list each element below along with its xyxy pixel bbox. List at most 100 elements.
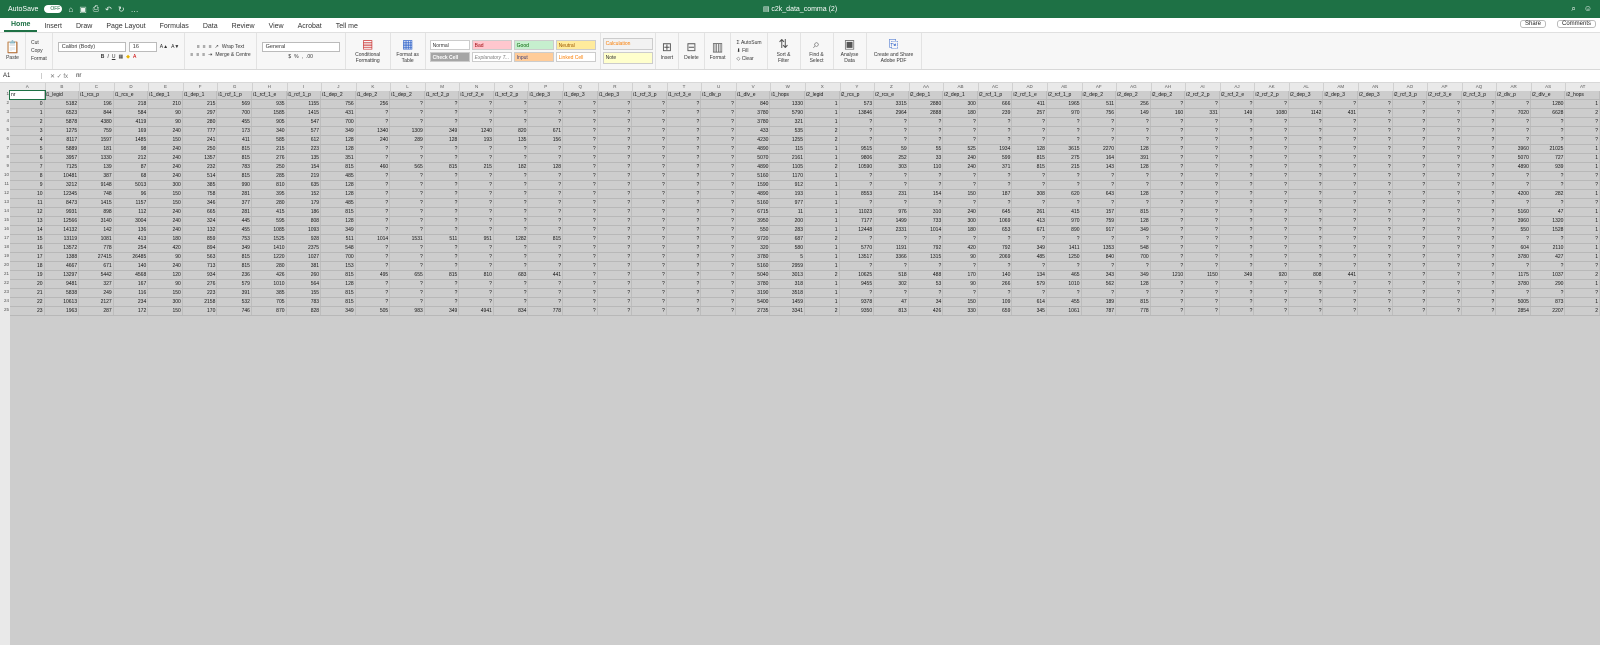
cell[interactable]: 8117 xyxy=(45,136,80,144)
cell[interactable]: 460 xyxy=(356,163,391,171)
cell[interactable]: 905 xyxy=(252,118,287,126)
cell[interactable]: ? xyxy=(425,226,460,234)
cell[interactable]: 212 xyxy=(114,154,149,162)
cell[interactable]: 1 xyxy=(805,199,840,207)
cell[interactable]: ? xyxy=(1220,298,1255,306)
cell[interactable]: 13 xyxy=(10,217,45,225)
row-header[interactable]: 3 xyxy=(0,109,10,114)
cell[interactable]: ? xyxy=(1289,235,1324,243)
cell[interactable]: ? xyxy=(598,118,633,126)
cell[interactable]: ? xyxy=(356,226,391,234)
cell[interactable]: ? xyxy=(1565,118,1600,126)
cell[interactable]: 4941 xyxy=(459,307,494,315)
cell[interactable]: ? xyxy=(667,289,702,297)
column-header[interactable]: AS xyxy=(1531,83,1567,91)
cell[interactable]: ? xyxy=(1358,253,1393,261)
cell[interactable]: 3957 xyxy=(45,154,80,162)
cell[interactable]: 10625 xyxy=(840,271,875,279)
cell[interactable]: 1531 xyxy=(390,235,425,243)
cell[interactable]: ? xyxy=(563,289,598,297)
cell[interactable]: ? xyxy=(1254,253,1289,261)
cell[interactable]: 3190 xyxy=(736,289,771,297)
cell[interactable]: 585 xyxy=(252,136,287,144)
cell[interactable]: 655 xyxy=(390,271,425,279)
cell[interactable]: 579 xyxy=(1012,280,1047,288)
cell[interactable]: 700 xyxy=(321,118,356,126)
cell[interactable]: ? xyxy=(1323,190,1359,198)
align-bottom-icon[interactable]: ≡ xyxy=(209,44,212,50)
cell[interactable]: ? xyxy=(1427,271,1462,279)
cell[interactable]: ? xyxy=(874,118,909,126)
decimal-icon[interactable]: .00 xyxy=(306,54,313,60)
cell[interactable]: ? xyxy=(1289,253,1324,261)
cell[interactable]: ? xyxy=(425,145,460,153)
cell[interactable]: ? xyxy=(1393,253,1428,261)
cell[interactable]: 4119 xyxy=(114,118,149,126)
cell[interactable]: ? xyxy=(390,262,425,270)
cell[interactable]: 128 xyxy=(321,136,356,144)
cell[interactable]: 128 xyxy=(321,181,356,189)
cell[interactable]: 700 xyxy=(321,253,356,261)
column-header[interactable]: AC xyxy=(978,83,1014,91)
cell[interactable]: 3212 xyxy=(45,181,80,189)
cell[interactable]: 260 xyxy=(287,271,322,279)
cell[interactable]: 1255 xyxy=(770,136,805,144)
cell[interactable]: 215 xyxy=(183,100,218,108)
cell[interactable]: ? xyxy=(425,253,460,261)
cell[interactable]: 815 xyxy=(1116,298,1151,306)
cell[interactable]: 2270 xyxy=(1082,145,1117,153)
cell[interactable]: ? xyxy=(1393,136,1428,144)
cell[interactable]: 1 xyxy=(805,154,840,162)
cell[interactable]: ? xyxy=(1323,244,1359,252)
cell[interactable]: 815 xyxy=(321,271,356,279)
row-header[interactable]: 13 xyxy=(0,199,10,204)
cell[interactable]: 254 xyxy=(114,244,149,252)
cell[interactable]: ? xyxy=(1151,298,1186,306)
cell[interactable]: 9455 xyxy=(840,280,875,288)
cell[interactable]: 1415 xyxy=(79,199,114,207)
cell[interactable]: 14 xyxy=(10,226,45,234)
column-header[interactable]: AM xyxy=(1323,83,1360,91)
cell[interactable]: ? xyxy=(563,118,598,126)
cell[interactable]: 970 xyxy=(1047,217,1082,225)
cell[interactable]: ? xyxy=(1323,235,1359,243)
cell[interactable]: ? xyxy=(425,208,460,216)
cell[interactable]: 595 xyxy=(252,217,287,225)
cell[interactable]: ? xyxy=(632,172,667,180)
cell[interactable]: 252 xyxy=(874,154,909,162)
cell[interactable]: ? xyxy=(528,217,564,225)
cell[interactable]: 5160 xyxy=(736,199,771,207)
cell[interactable]: i2_dep_1 xyxy=(943,91,978,99)
column-header[interactable]: AP xyxy=(1427,83,1463,91)
cell[interactable]: ? xyxy=(598,100,633,108)
cell[interactable]: 200 xyxy=(770,217,805,225)
cell[interactable]: 240 xyxy=(148,217,183,225)
cell[interactable]: ? xyxy=(1358,298,1393,306)
tab-draw[interactable]: Draw xyxy=(69,23,99,32)
cell[interactable]: ? xyxy=(459,226,494,234)
account-icon[interactable]: ☺ xyxy=(1584,4,1592,14)
cell[interactable]: 17 xyxy=(10,253,45,261)
cell[interactable]: ? xyxy=(1462,163,1497,171)
cell[interactable]: 349 xyxy=(425,127,460,135)
cell[interactable]: ? xyxy=(840,262,875,270)
style-calculation[interactable]: Calculation xyxy=(602,38,653,50)
cell[interactable]: ? xyxy=(598,217,633,225)
row-header[interactable]: 5 xyxy=(0,127,10,132)
home-icon[interactable]: ⌂ xyxy=(68,5,73,14)
cell[interactable]: ? xyxy=(356,145,391,153)
cell[interactable]: ? xyxy=(425,199,460,207)
cell[interactable]: ? xyxy=(1185,235,1220,243)
cell[interactable]: ? xyxy=(1185,262,1220,270)
cell[interactable]: ? xyxy=(528,154,564,162)
cell[interactable]: ? xyxy=(1185,199,1220,207)
cell[interactable]: ? xyxy=(978,118,1013,126)
tab-view[interactable]: View xyxy=(262,23,291,32)
underline-icon[interactable]: U xyxy=(112,54,116,60)
style-linked-cell[interactable]: Linked Cell xyxy=(555,52,596,62)
cell[interactable]: 415 xyxy=(252,208,287,216)
cell[interactable]: ? xyxy=(840,235,875,243)
cell[interactable]: ? xyxy=(1220,280,1255,288)
cell[interactable]: 687 xyxy=(770,235,805,243)
insert-cells-icon[interactable]: ⊞ xyxy=(662,41,672,53)
